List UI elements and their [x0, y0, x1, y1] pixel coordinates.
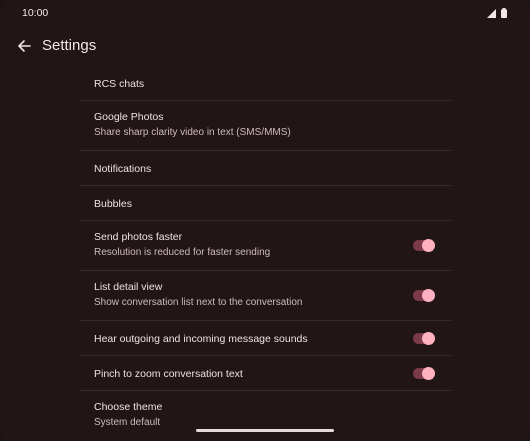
settings-list: RCS chats Google Photos Share sharp clar…: [80, 66, 451, 431]
toggle-thumb: [422, 238, 435, 252]
setting-list-detail-view[interactable]: List detail view Show conversation list …: [80, 271, 451, 321]
battery-icon: [501, 8, 507, 18]
setting-google-photos[interactable]: Google Photos Share sharp clarity video …: [80, 101, 451, 151]
setting-title: Hear outgoing and incoming message sound…: [94, 333, 308, 345]
gesture-nav-handle[interactable]: [196, 429, 334, 432]
top-app-bar: Settings: [0, 30, 530, 64]
app-window: 10:00 Settings RCS chats Google Photos S…: [0, 0, 530, 441]
setting-choose-theme[interactable]: Choose theme System default: [80, 391, 451, 431]
status-icons: [487, 8, 507, 18]
pinch-to-zoom-toggle[interactable]: [413, 366, 435, 380]
setting-title: List detail view: [94, 281, 163, 293]
setting-pinch-to-zoom[interactable]: Pinch to zoom conversation text: [80, 356, 451, 391]
send-photos-faster-toggle[interactable]: [413, 238, 435, 252]
toggle-thumb: [422, 366, 435, 380]
setting-title: RCS chats: [94, 78, 145, 90]
setting-title: Choose theme: [94, 401, 163, 413]
status-bar: 10:00: [0, 0, 530, 26]
setting-message-sounds[interactable]: Hear outgoing and incoming message sound…: [80, 321, 451, 356]
setting-title: Bubbles: [94, 198, 132, 210]
setting-subtitle: Share sharp clarity video in text (SMS/M…: [94, 127, 291, 138]
setting-subtitle: Show conversation list next to the conve…: [94, 297, 303, 308]
message-sounds-toggle[interactable]: [413, 331, 435, 345]
setting-subtitle: Resolution is reduced for faster sending: [94, 247, 271, 258]
setting-subtitle: System default: [94, 417, 161, 428]
setting-rcs-chats[interactable]: RCS chats: [80, 66, 451, 101]
page-title: Settings: [42, 37, 97, 54]
arrow-back-icon: [18, 40, 31, 52]
toggle-thumb: [422, 331, 435, 345]
setting-title: Notifications: [94, 163, 152, 175]
status-time: 10:00: [22, 7, 49, 19]
list-detail-view-toggle[interactable]: [413, 288, 435, 302]
signal-icon: [487, 8, 496, 18]
setting-title: Google Photos: [94, 111, 164, 123]
setting-notifications[interactable]: Notifications: [80, 151, 451, 186]
setting-send-photos-faster[interactable]: Send photos faster Resolution is reduced…: [80, 221, 451, 271]
setting-bubbles[interactable]: Bubbles: [80, 186, 451, 221]
back-button[interactable]: [12, 34, 36, 58]
setting-title: Send photos faster: [94, 231, 183, 243]
toggle-thumb: [422, 288, 435, 302]
setting-title: Pinch to zoom conversation text: [94, 368, 243, 380]
